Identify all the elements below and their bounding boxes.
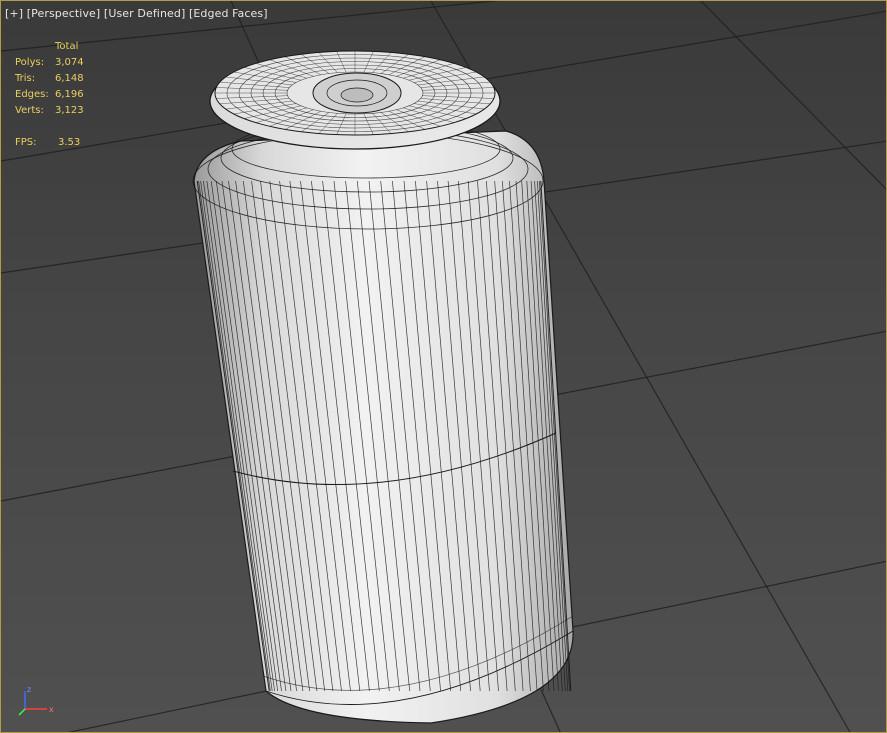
polys-label: Polys: xyxy=(15,57,45,68)
stats-header: Total xyxy=(55,41,79,52)
fps-value: 3.53 xyxy=(58,137,81,148)
pull-tab-hole xyxy=(340,87,374,103)
statistics-overlay: Total Polys: 3,074 Tris: 6,148 Edges: 6,196… xyxy=(15,39,98,151)
tris-value: 6,148 xyxy=(55,73,84,84)
tris-label: Tris: xyxy=(15,73,36,84)
fps-label: FPS: xyxy=(15,137,37,148)
y-axis-line xyxy=(18,708,26,716)
soda-can-mesh[interactable] xyxy=(192,50,574,724)
z-axis-label: z xyxy=(27,685,31,694)
polys-value: 3,074 xyxy=(55,57,84,68)
viewport-view-menu[interactable]: [Perspective] xyxy=(27,7,101,20)
viewport-label-menu: [+] [Perspective] [User Defined] [Edged … xyxy=(5,7,268,20)
viewport-plus-menu[interactable]: [+] xyxy=(5,7,23,20)
can-body xyxy=(193,130,574,724)
viewport-shading-menu[interactable]: [User Defined] xyxy=(104,7,185,20)
perspective-viewport[interactable]: [+] [Perspective] [User Defined] [Edged … xyxy=(0,0,887,733)
viewport-scene[interactable] xyxy=(1,1,887,733)
edges-label: Edges: xyxy=(15,89,49,100)
verts-label: Verts: xyxy=(15,105,44,116)
viewport-edges-menu[interactable]: [Edged Faces] xyxy=(189,7,268,20)
edges-value: 6,196 xyxy=(55,89,84,100)
axis-gizmo-icon: z x xyxy=(18,685,54,716)
x-axis-label: x xyxy=(49,705,54,714)
verts-value: 3,123 xyxy=(55,105,84,116)
grid-line xyxy=(700,1,886,190)
